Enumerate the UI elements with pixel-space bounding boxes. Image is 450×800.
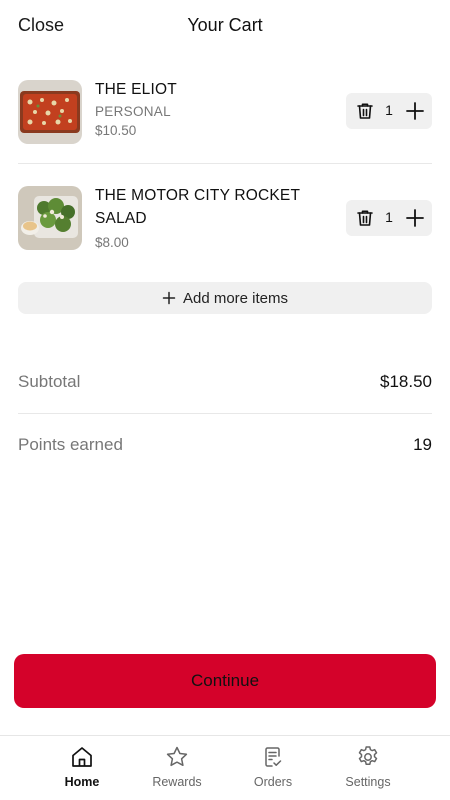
plus-icon[interactable]: [402, 98, 428, 124]
cart-item: THE ELIOT PERSONAL $10.50 1: [18, 78, 432, 164]
quantity-value: 1: [385, 102, 393, 118]
tab-label: Settings: [345, 775, 391, 789]
points-label: Points earned: [18, 435, 123, 454]
item-variant: PERSONAL: [95, 104, 171, 119]
add-more-items-button[interactable]: Add more items: [18, 282, 432, 314]
trash-icon[interactable]: [352, 205, 378, 231]
continue-label: Continue: [190, 671, 260, 690]
continue-button[interactable]: Continue: [14, 654, 436, 708]
page-title: Your Cart: [187, 15, 263, 35]
points-row: Points earned 19: [18, 431, 432, 461]
item-name: THE MOTOR CITY ROCKET SALAD: [95, 187, 300, 227]
subtotal-value: $18.50: [380, 372, 432, 391]
item-price: $10.50: [95, 123, 137, 138]
star-icon: [132, 744, 222, 770]
header: Close Your Cart: [0, 0, 450, 52]
quantity-stepper: 1: [346, 200, 432, 236]
tab-settings[interactable]: Settings: [323, 744, 413, 799]
tab-label: Orders: [253, 775, 293, 789]
tab-label: Rewards: [152, 775, 202, 789]
tab-label: Home: [64, 775, 100, 789]
cart-item: THE MOTOR CITY ROCKET SALAD $8.00 1: [18, 184, 432, 264]
gear-icon: [323, 744, 413, 770]
subtotal-label: Subtotal: [18, 372, 81, 391]
plus-icon: [162, 291, 176, 305]
item-price: $8.00: [95, 235, 129, 250]
subtotal-row: Subtotal $18.50: [18, 368, 432, 398]
tab-rewards[interactable]: Rewards: [132, 744, 222, 799]
tab-home[interactable]: Home: [37, 744, 127, 799]
points-value: 19: [413, 435, 432, 454]
close-button[interactable]: Close: [18, 15, 64, 36]
pizza-image: [18, 80, 82, 144]
divider: [18, 413, 432, 414]
home-icon: [37, 744, 127, 770]
salad-image: [18, 186, 82, 250]
plus-icon[interactable]: [402, 205, 428, 231]
tab-orders[interactable]: Orders: [228, 744, 318, 799]
trash-icon[interactable]: [352, 98, 378, 124]
divider: [18, 163, 432, 164]
receipt-icon: [228, 744, 318, 770]
item-name: THE ELIOT: [95, 81, 177, 98]
quantity-stepper: 1: [346, 93, 432, 129]
add-more-items-label: Add more items: [182, 289, 289, 307]
bottom-tab-bar: Home Rewards Orders Settings: [0, 735, 450, 800]
quantity-value: 1: [385, 209, 393, 225]
